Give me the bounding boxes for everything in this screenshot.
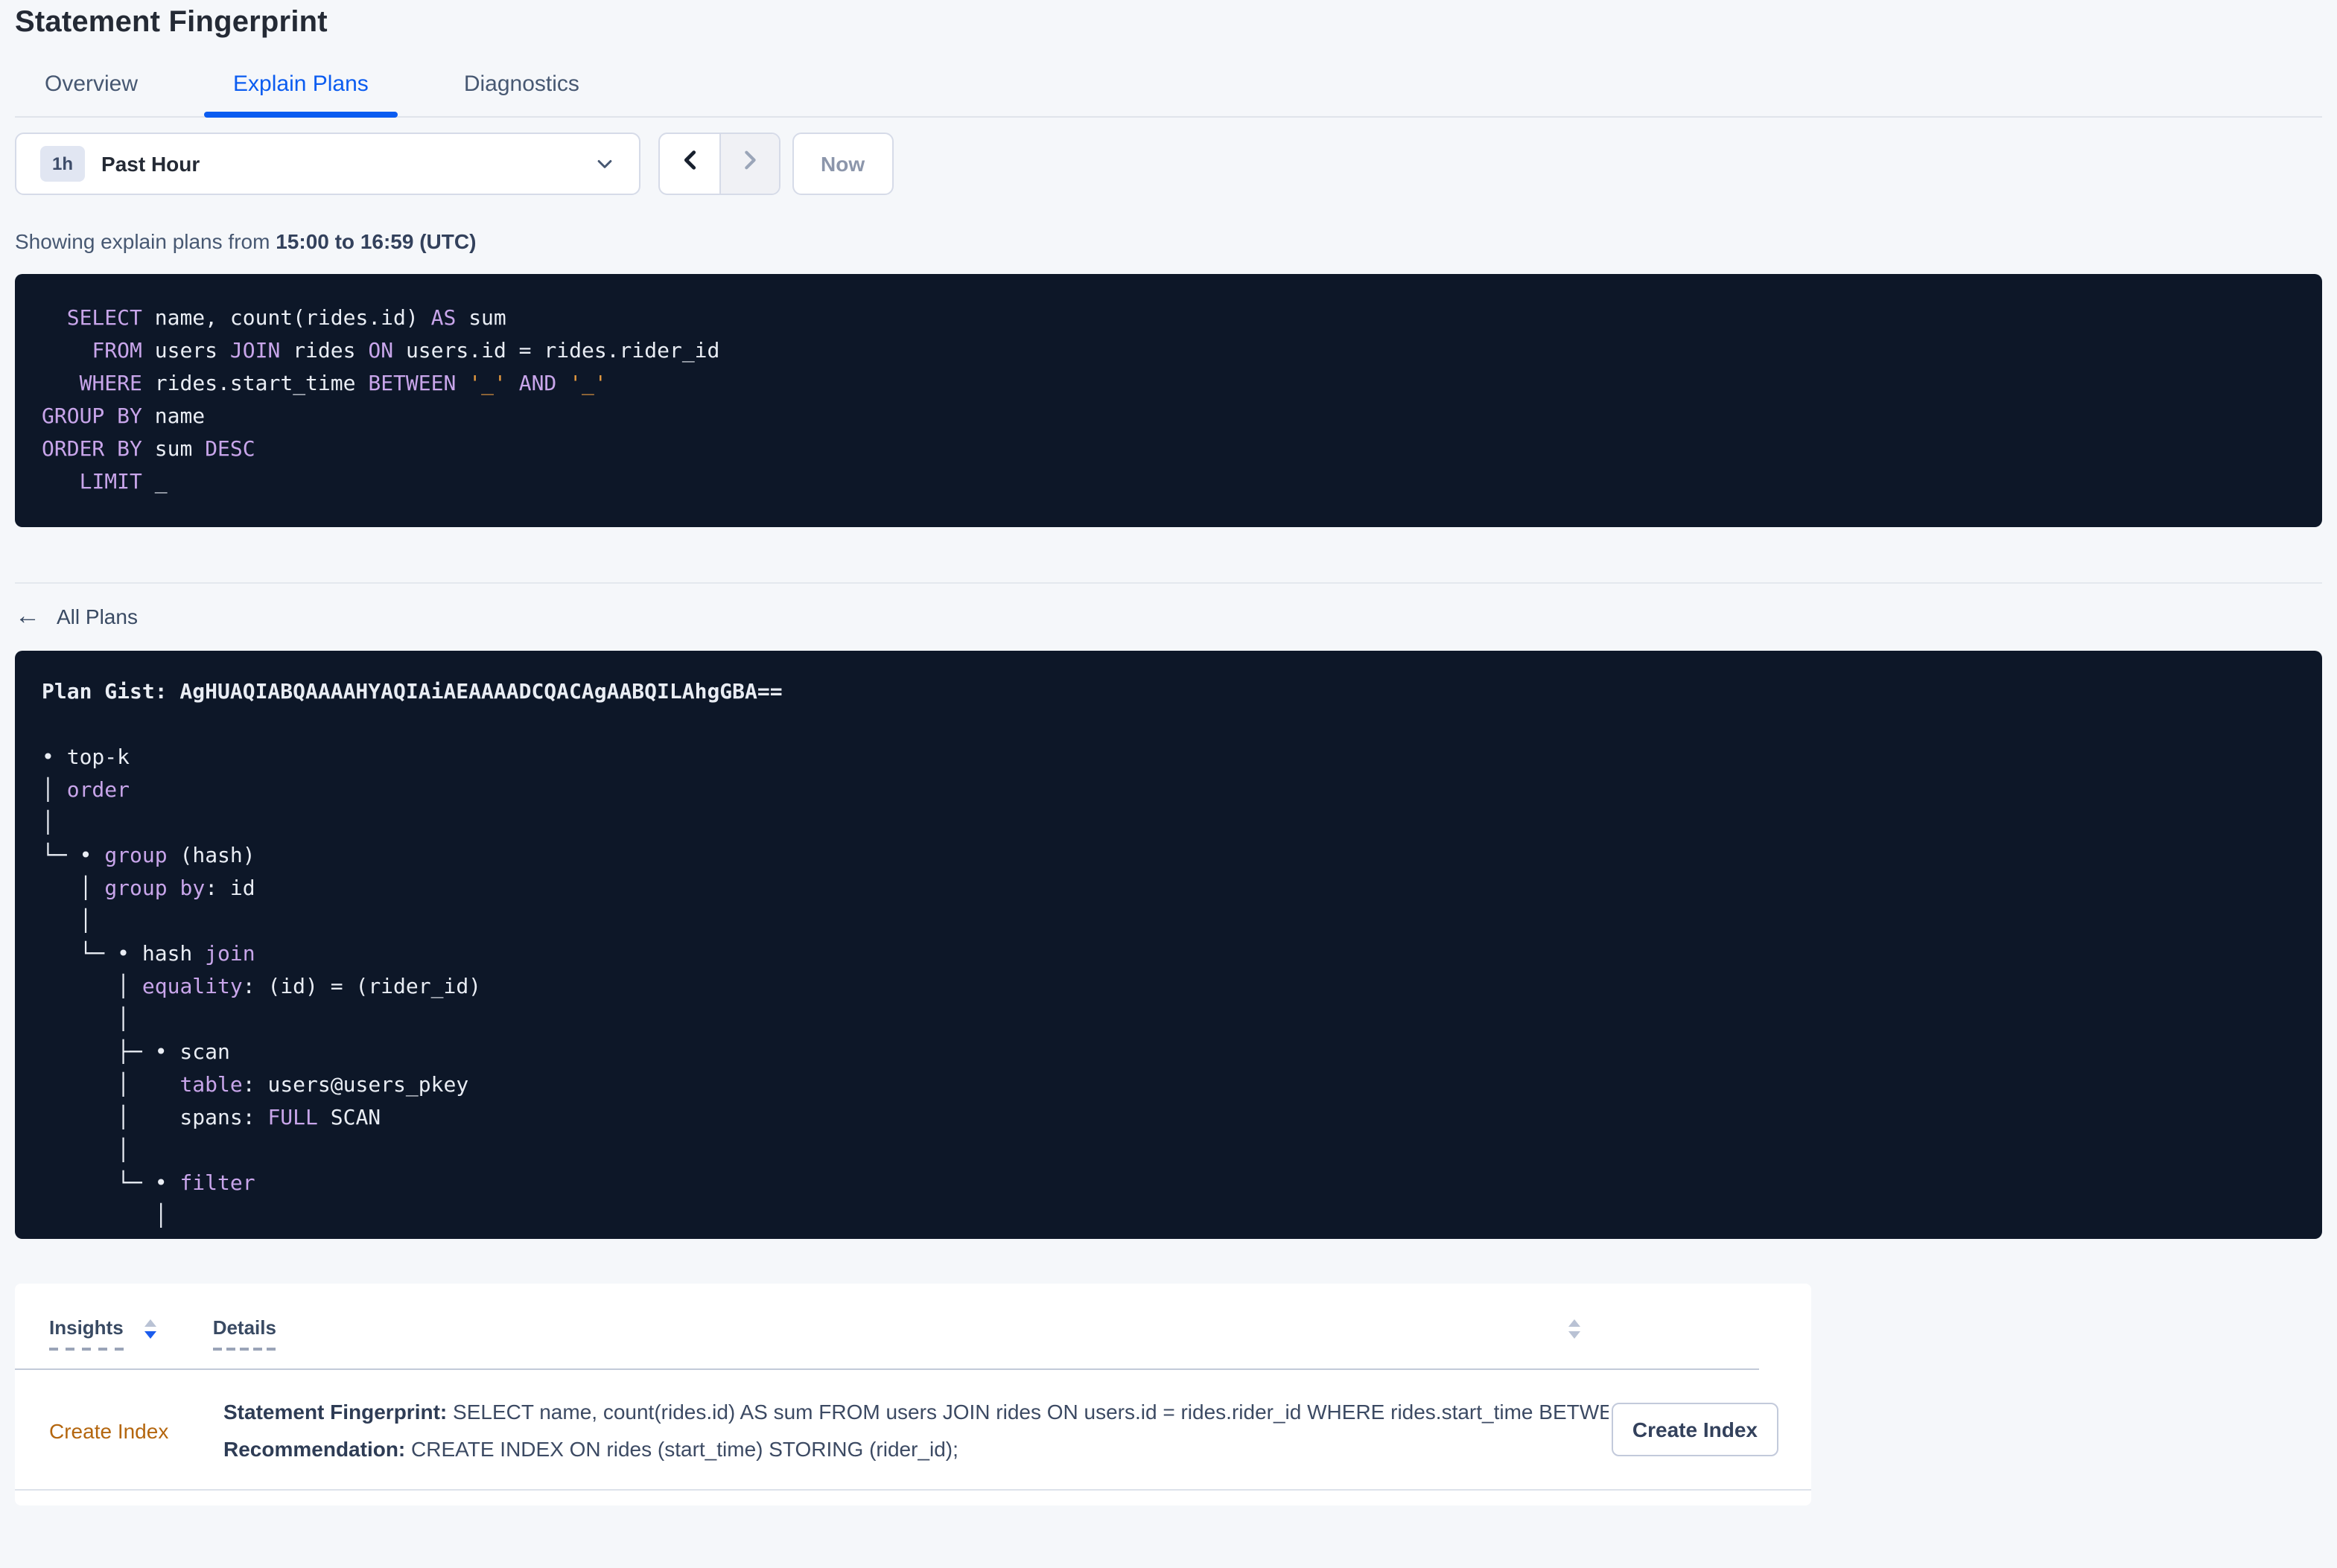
tab-bar: Overview Explain Plans Diagnostics xyxy=(15,71,2322,118)
page: Statement Fingerprint Overview Explain P… xyxy=(0,0,2337,1568)
arrow-left-icon: ← xyxy=(15,602,40,630)
now-button[interactable]: Now xyxy=(792,133,894,195)
recommendation-text: CREATE INDEX ON rides (start_time) STORI… xyxy=(405,1437,958,1461)
create-index-button[interactable]: Create Index xyxy=(1611,1403,1778,1456)
sort-desc-icon xyxy=(144,1331,156,1339)
details-sort-control[interactable] xyxy=(1568,1316,1580,1339)
previous-time-button[interactable] xyxy=(660,134,719,194)
section-divider xyxy=(15,582,2322,584)
time-pager xyxy=(658,133,780,195)
chevron-left-icon xyxy=(678,149,701,179)
insights-sort-control[interactable] xyxy=(144,1316,156,1339)
sort-desc-icon xyxy=(1568,1331,1580,1339)
table-row: Create Index Statement Fingerprint: SELE… xyxy=(15,1370,1811,1491)
chevron-down-icon xyxy=(594,153,615,174)
insight-details: Statement Fingerprint: SELECT name, coun… xyxy=(223,1394,1609,1468)
showing-prefix: Showing explain plans from xyxy=(15,229,276,253)
time-range-label: Past Hour xyxy=(101,152,200,176)
column-header-insights[interactable]: Insights xyxy=(49,1316,124,1351)
showing-range-text: Showing explain plans from 15:00 to 16:5… xyxy=(15,229,2322,253)
sql-statement-panel: SELECT name, count(rides.id) AS sum FROM… xyxy=(15,274,2322,527)
all-plans-back-link[interactable]: ← All Plans xyxy=(15,602,138,630)
chevron-right-icon xyxy=(739,149,761,179)
showing-range: 15:00 to 16:59 (UTC) xyxy=(276,229,477,253)
recommendation-label: Recommendation: xyxy=(223,1437,406,1461)
sort-asc-icon xyxy=(144,1319,156,1327)
insights-table-header: Insights Details xyxy=(15,1284,1811,1351)
time-picker-row: 1h Past Hour Now xyxy=(15,133,2322,195)
fingerprint-text: SELECT name, count(rides.id) AS sum FROM… xyxy=(447,1400,1609,1424)
next-time-button[interactable] xyxy=(719,134,779,194)
time-range-dropdown[interactable]: 1h Past Hour xyxy=(15,133,640,195)
all-plans-label: All Plans xyxy=(57,605,138,628)
tab-diagnostics[interactable]: Diagnostics xyxy=(434,71,609,116)
sort-asc-icon xyxy=(1568,1319,1580,1327)
plan-gist-panel: Plan Gist: AgHUAQIABQAAAAHYAQIAiAEAAAADC… xyxy=(15,651,2322,1239)
statement-fingerprint-line: Statement Fingerprint: SELECT name, coun… xyxy=(223,1394,1609,1431)
tab-explain-plans[interactable]: Explain Plans xyxy=(203,71,398,118)
page-title: Statement Fingerprint xyxy=(15,6,328,39)
insight-type-link[interactable]: Create Index xyxy=(49,1419,223,1443)
recommendation-line: Recommendation: CREATE INDEX ON rides (s… xyxy=(223,1431,1609,1468)
fingerprint-label: Statement Fingerprint: xyxy=(223,1400,448,1424)
tab-overview[interactable]: Overview xyxy=(15,71,168,116)
column-header-details[interactable]: Details xyxy=(212,1316,276,1351)
insights-table-card: Insights Details Create Index Statement … xyxy=(15,1284,1811,1505)
interval-badge: 1h xyxy=(40,146,86,182)
